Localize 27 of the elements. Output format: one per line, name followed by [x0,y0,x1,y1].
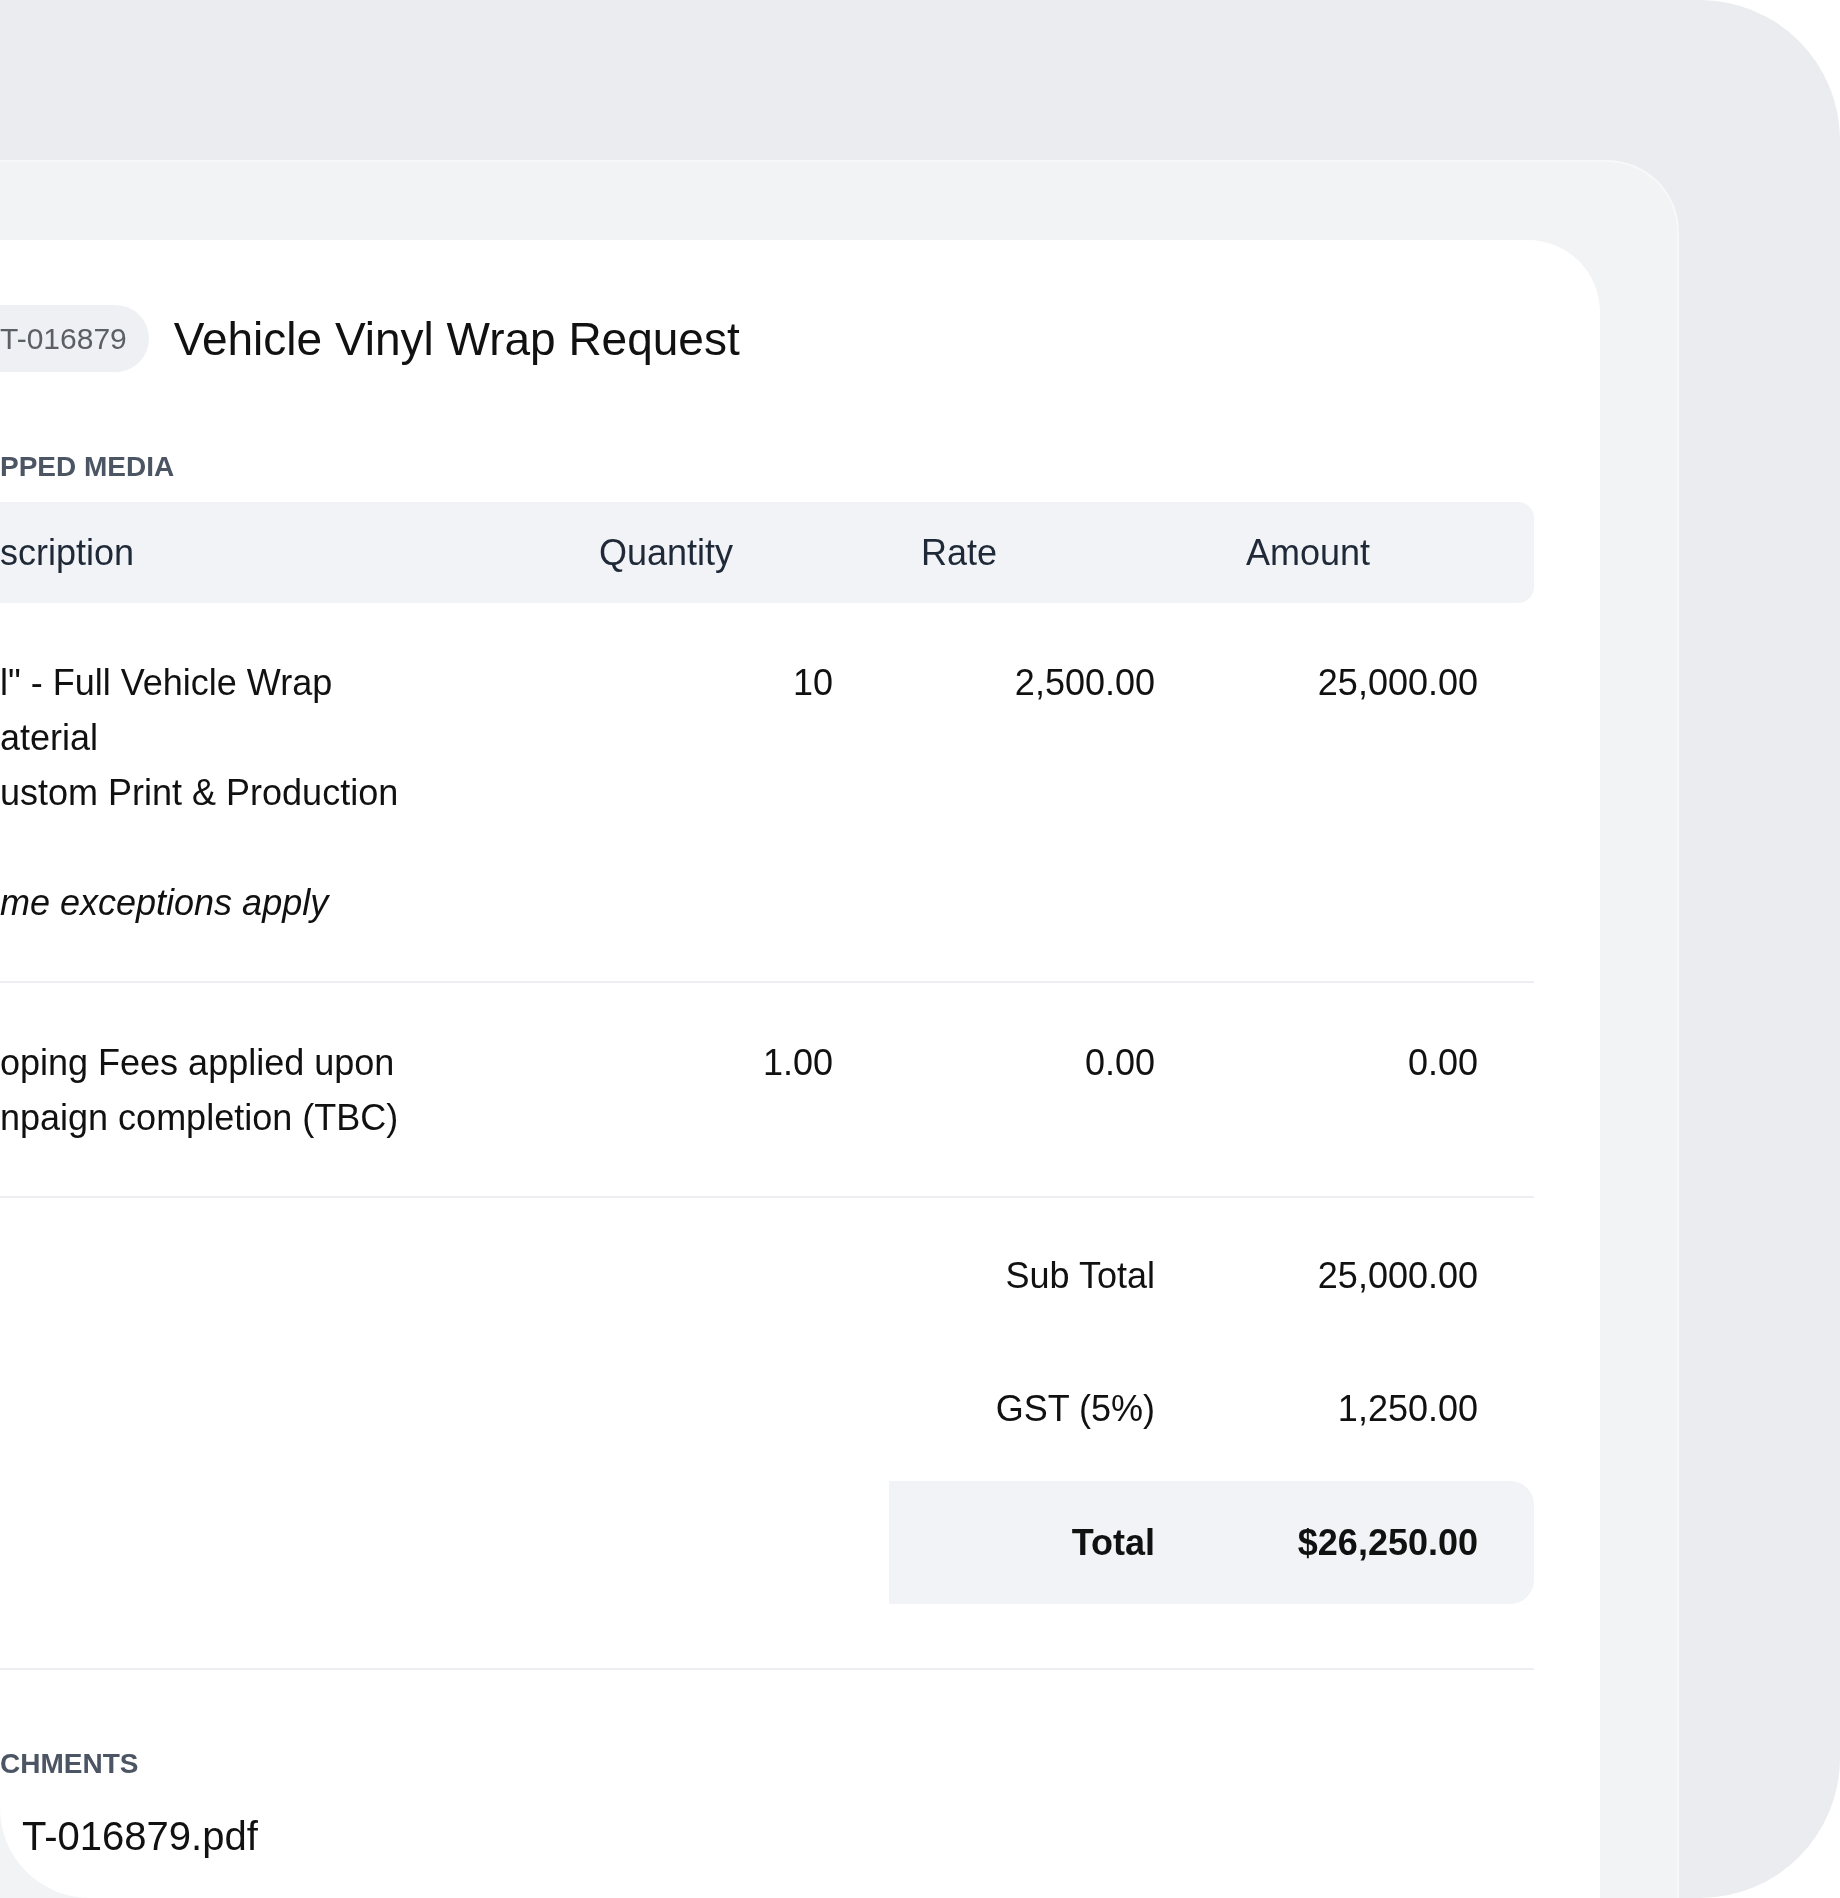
total-label: Sub Total [1004,1254,1155,1298]
request-title: Vehicle Vinyl Wrap Request [173,311,740,366]
section-label: PPED MEDIA [0,450,176,484]
column-header: Rate [921,531,999,574]
total-value: 1,250.00 [1336,1387,1478,1431]
request-id-badge: T-016879 [0,305,149,372]
description-note: me exceptions apply [0,881,331,925]
description-text: aterial [0,716,100,760]
description-text: l" - Full Vehicle Wrap [0,661,334,705]
section-label: CHMENTS [0,1747,140,1781]
total-value: $26,250.00 [1296,1521,1478,1565]
column-header: scription [0,531,136,574]
total-label: Total [1070,1521,1155,1565]
column-header: Quantity [599,531,735,574]
rate-cell-text: 0.00 [1083,1041,1155,1085]
rate-cell-text: 2,500.00 [1013,661,1155,705]
description-text: oping Fees applied upon [0,1041,396,1085]
attachment-link[interactable]: T-016879.pdf [0,1812,1600,1860]
column-header: Amount [1246,531,1372,574]
total-label: GST (5%) [994,1387,1155,1431]
amount-cell-text: 25,000.00 [1316,661,1478,705]
amount-cell-text: 0.00 [1406,1041,1478,1085]
quantity-cell-text: 1.00 [761,1041,833,1085]
description-text: npaign completion (TBC) [0,1096,400,1140]
total-value: 25,000.00 [1316,1254,1478,1298]
description-text: ustom Print & Production [0,771,400,815]
quantity-cell-text: 10 [791,661,833,705]
